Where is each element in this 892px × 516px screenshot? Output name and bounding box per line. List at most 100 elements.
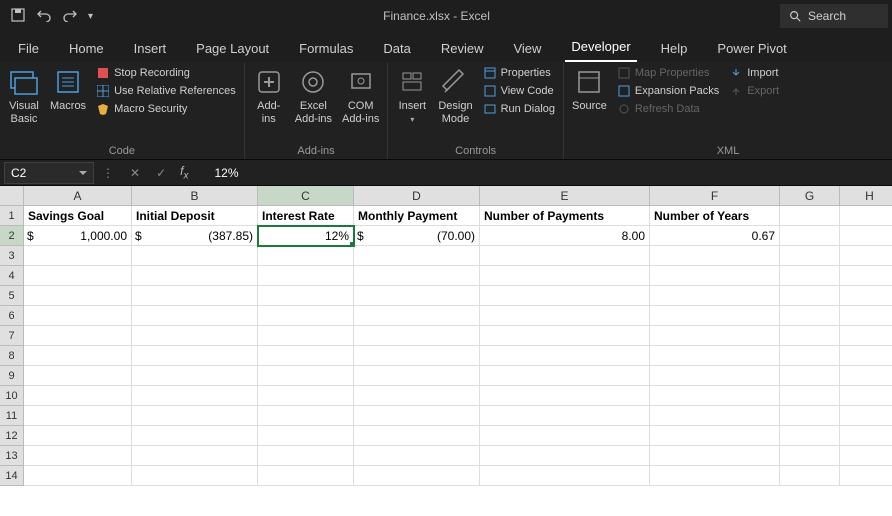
cell-B1[interactable]: Initial Deposit (132, 206, 258, 226)
cell-F1[interactable]: Number of Years (650, 206, 780, 226)
cell-H3[interactable] (840, 246, 892, 266)
source-button[interactable]: Source (572, 66, 607, 113)
tab-home[interactable]: Home (63, 35, 110, 62)
cell-H11[interactable] (840, 406, 892, 426)
fbar-menu[interactable]: ⋮ (94, 166, 122, 180)
cell-C8[interactable] (258, 346, 354, 366)
col-header-G[interactable]: G (780, 186, 840, 206)
cell-D5[interactable] (354, 286, 480, 306)
cell-H6[interactable] (840, 306, 892, 326)
row-header-13[interactable]: 13 (0, 446, 24, 466)
enter-icon[interactable]: ✓ (148, 166, 174, 180)
col-header-H[interactable]: H (840, 186, 892, 206)
worksheet-grid[interactable]: ABCDEFGH 1234567891011121314 Savings Goa… (0, 186, 892, 516)
cell-D8[interactable] (354, 346, 480, 366)
cell-C9[interactable] (258, 366, 354, 386)
cell-G8[interactable] (780, 346, 840, 366)
row-header-12[interactable]: 12 (0, 426, 24, 446)
cell-F6[interactable] (650, 306, 780, 326)
cell-C7[interactable] (258, 326, 354, 346)
redo-icon[interactable] (62, 8, 78, 25)
row-header-10[interactable]: 10 (0, 386, 24, 406)
cell-A12[interactable] (24, 426, 132, 446)
cell-E2[interactable]: 8.00 (480, 226, 650, 246)
cell-D3[interactable] (354, 246, 480, 266)
row-header-4[interactable]: 4 (0, 266, 24, 286)
cell-G4[interactable] (780, 266, 840, 286)
tab-help[interactable]: Help (655, 35, 694, 62)
cell-D14[interactable] (354, 466, 480, 486)
cell-H8[interactable] (840, 346, 892, 366)
cell-D6[interactable] (354, 306, 480, 326)
cell-D12[interactable] (354, 426, 480, 446)
row-header-11[interactable]: 11 (0, 406, 24, 426)
undo-icon[interactable] (36, 8, 52, 25)
cell-H4[interactable] (840, 266, 892, 286)
cell-B2[interactable]: $(387.85) (132, 226, 258, 246)
cell-E9[interactable] (480, 366, 650, 386)
cell-A4[interactable] (24, 266, 132, 286)
cell-F7[interactable] (650, 326, 780, 346)
cell-E13[interactable] (480, 446, 650, 466)
cell-B13[interactable] (132, 446, 258, 466)
col-header-F[interactable]: F (650, 186, 780, 206)
cell-C12[interactable] (258, 426, 354, 446)
cell-F13[interactable] (650, 446, 780, 466)
visual-basic-button[interactable]: Visual Basic (8, 66, 40, 125)
cell-B10[interactable] (132, 386, 258, 406)
cell-G7[interactable] (780, 326, 840, 346)
cell-G12[interactable] (780, 426, 840, 446)
cell-B3[interactable] (132, 246, 258, 266)
cell-A2[interactable]: $1,000.00 (24, 226, 132, 246)
formula-value[interactable]: 12% (194, 166, 238, 180)
cell-E8[interactable] (480, 346, 650, 366)
cell-A14[interactable] (24, 466, 132, 486)
cell-D9[interactable] (354, 366, 480, 386)
cell-H13[interactable] (840, 446, 892, 466)
design-mode-button[interactable]: Design Mode (438, 66, 472, 125)
cell-F12[interactable] (650, 426, 780, 446)
cell-D11[interactable] (354, 406, 480, 426)
cell-C14[interactable] (258, 466, 354, 486)
cell-C11[interactable] (258, 406, 354, 426)
cell-F11[interactable] (650, 406, 780, 426)
tab-view[interactable]: View (507, 35, 547, 62)
cell-H1[interactable] (840, 206, 892, 226)
cell-B14[interactable] (132, 466, 258, 486)
cell-A6[interactable] (24, 306, 132, 326)
excel-addins-button[interactable]: Excel Add-ins (295, 66, 332, 125)
name-box[interactable]: C2 (4, 162, 94, 184)
cell-D4[interactable] (354, 266, 480, 286)
cell-D7[interactable] (354, 326, 480, 346)
cell-G11[interactable] (780, 406, 840, 426)
row-header-5[interactable]: 5 (0, 286, 24, 306)
cell-E6[interactable] (480, 306, 650, 326)
cell-B6[interactable] (132, 306, 258, 326)
cell-A11[interactable] (24, 406, 132, 426)
tab-data[interactable]: Data (377, 35, 416, 62)
row-header-8[interactable]: 8 (0, 346, 24, 366)
cell-E4[interactable] (480, 266, 650, 286)
cell-H5[interactable] (840, 286, 892, 306)
cell-G3[interactable] (780, 246, 840, 266)
cell-A3[interactable] (24, 246, 132, 266)
col-header-D[interactable]: D (354, 186, 480, 206)
cell-B11[interactable] (132, 406, 258, 426)
cell-B8[interactable] (132, 346, 258, 366)
row-header-6[interactable]: 6 (0, 306, 24, 326)
col-header-A[interactable]: A (24, 186, 132, 206)
cell-E12[interactable] (480, 426, 650, 446)
cell-E5[interactable] (480, 286, 650, 306)
cancel-icon[interactable]: ✕ (122, 166, 148, 180)
properties-button[interactable]: Properties (483, 66, 555, 80)
cell-C13[interactable] (258, 446, 354, 466)
cell-H9[interactable] (840, 366, 892, 386)
cell-B4[interactable] (132, 266, 258, 286)
tab-page-layout[interactable]: Page Layout (190, 35, 275, 62)
cell-H7[interactable] (840, 326, 892, 346)
cell-F3[interactable] (650, 246, 780, 266)
cell-C10[interactable] (258, 386, 354, 406)
cell-E7[interactable] (480, 326, 650, 346)
row-header-3[interactable]: 3 (0, 246, 24, 266)
cell-G6[interactable] (780, 306, 840, 326)
